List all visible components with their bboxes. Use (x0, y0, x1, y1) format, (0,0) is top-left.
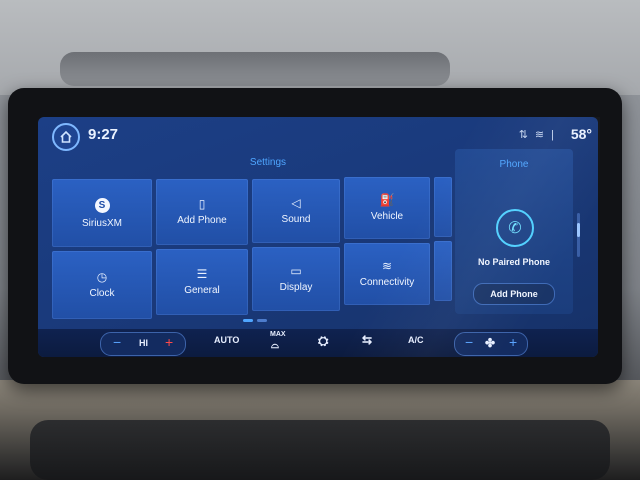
fan-increase-button[interactable]: + (165, 334, 173, 350)
climate-bar: − HI + AUTO MAX ⌓ ⛭ ⇆ A/C − ✤ + (38, 329, 598, 357)
home-icon (60, 130, 72, 143)
settings-title: Settings (249, 157, 287, 168)
tile-display[interactable]: ▭ Display (252, 247, 340, 311)
scroll-thumb[interactable] (577, 223, 580, 237)
tile-label: SiriusXM (81, 217, 122, 229)
tile-connectivity[interactable]: ≋ Connectivity (344, 243, 430, 305)
home-button[interactable] (52, 123, 80, 151)
page-indicator (243, 319, 267, 322)
tile-label: Vehicle (370, 211, 404, 222)
tile-general[interactable]: ☰ General (156, 249, 248, 315)
tile-vehicle[interactable]: ⛽ Vehicle (344, 177, 430, 239)
tile-siriusxm[interactable]: S SiriusXM (52, 179, 152, 247)
clock-display: 9:27 (88, 126, 119, 143)
phone-status: No Paired Phone (477, 257, 550, 267)
outside-temperature: 58° (570, 126, 592, 142)
tile-partial[interactable] (434, 241, 452, 301)
phone-icon: ✆ (496, 209, 534, 247)
phone-title: Phone (499, 159, 529, 170)
display-icon: ▭ (290, 264, 302, 278)
rear-defrost-icon[interactable]: ⛭ (318, 333, 328, 349)
fan-icon: ✤ (485, 336, 496, 350)
clock-icon: ◷ (96, 270, 108, 284)
tile-label: General (184, 285, 220, 296)
tile-partial[interactable] (434, 177, 452, 237)
tile-clock[interactable]: ◷ Clock (52, 251, 152, 319)
tile-label: Display (279, 282, 313, 293)
phone-signal-icon: ⇅ (518, 129, 528, 141)
divider: | (551, 128, 554, 141)
wifi-icon: ≋ (381, 259, 393, 273)
fan-speed-control: − HI + (100, 332, 186, 356)
center-console-trim (30, 420, 610, 480)
fan-decrease-button[interactable]: − (113, 334, 121, 350)
fan-control: − ✤ + (454, 332, 528, 356)
tile-add-phone[interactable]: ▯ Add Phone (156, 179, 248, 245)
max-defrost-label: MAX (270, 331, 286, 338)
phone-panel: Phone ✆ No Paired Phone Add Phone (455, 149, 573, 314)
tile-label: Sound (281, 214, 311, 225)
tile-sound[interactable]: ◁ Sound (252, 179, 340, 243)
tile-label: Add Phone (177, 215, 227, 226)
infotainment-screen: 9:27 ⇅ ≋ | 58° Settings S SiriusXM ▯ Add… (38, 117, 598, 357)
fan-minus-button[interactable]: − (465, 334, 473, 350)
tile-label: Clock (89, 288, 115, 299)
status-icons: ⇅ ≋ | (518, 128, 554, 142)
sliders-icon: ☰ (196, 267, 208, 281)
fan-speed-value: HI (139, 338, 148, 348)
wifi-icon: ≋ (534, 129, 545, 141)
dashboard-tray (60, 52, 450, 86)
siriusxm-icon: S (94, 197, 110, 213)
status-bar: 9:27 ⇅ ≋ | 58° (38, 117, 598, 153)
scrollbar[interactable] (577, 213, 580, 257)
add-phone-button[interactable]: Add Phone (473, 283, 555, 305)
auto-button[interactable]: AUTO (214, 335, 239, 345)
recirculation-icon[interactable]: ⇆ (362, 333, 372, 347)
max-defrost-icon[interactable]: ⌓ (271, 340, 279, 351)
add-phone-icon: ▯ (198, 197, 206, 211)
fan-plus-button[interactable]: + (509, 334, 517, 350)
page-dot[interactable] (243, 319, 253, 322)
page-dot[interactable] (257, 319, 267, 322)
vehicle-icon: ⛽ (379, 193, 395, 207)
speaker-icon: ◁ (291, 196, 301, 210)
ac-button[interactable]: A/C (408, 335, 424, 345)
tile-label: Connectivity (359, 277, 415, 288)
